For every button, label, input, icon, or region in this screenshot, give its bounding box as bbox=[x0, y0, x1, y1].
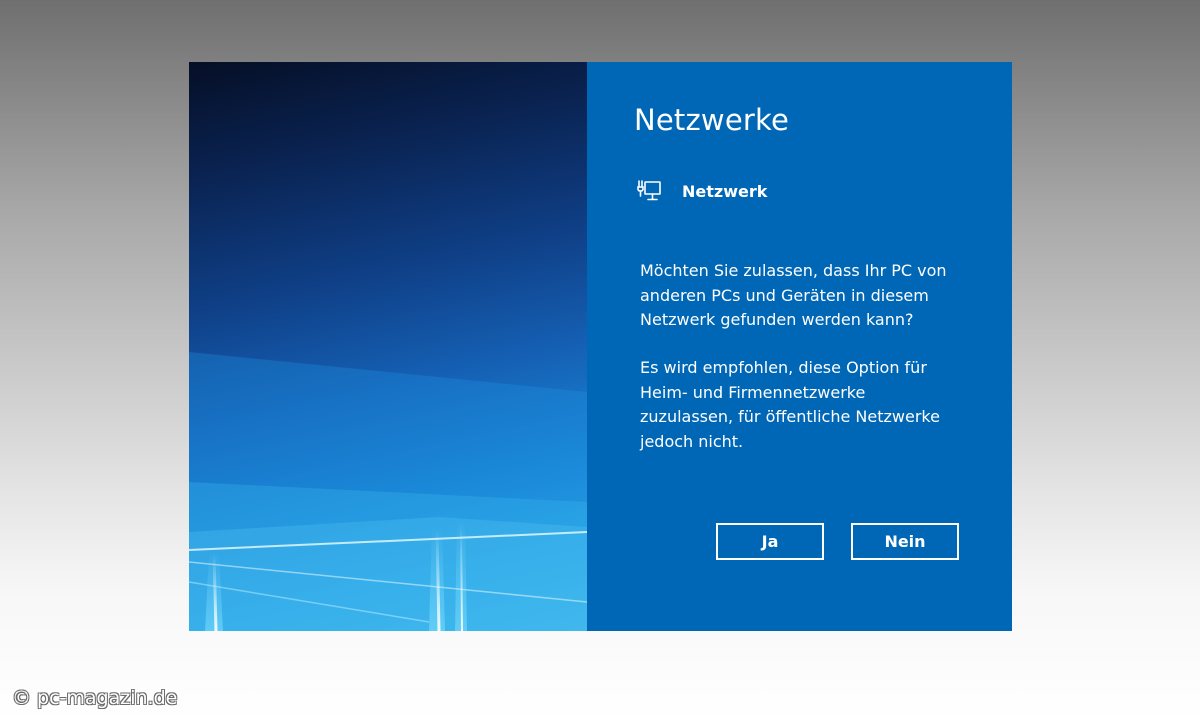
windows-light-beams bbox=[189, 352, 587, 631]
yes-button[interactable]: Ja bbox=[716, 523, 824, 560]
network-row: Netzwerk bbox=[636, 178, 767, 204]
copyright-watermark: © pc-magazin.de bbox=[12, 687, 178, 709]
dialog-panel: Netzwerke Netzwerk Möchten Sie zulassen,… bbox=[587, 62, 1012, 631]
no-button[interactable]: Nein bbox=[851, 523, 959, 560]
dialog-title: Netzwerke bbox=[634, 103, 790, 137]
windows-hero-image bbox=[189, 62, 587, 631]
network-name: Netzwerk bbox=[682, 181, 768, 201]
network-icon bbox=[637, 180, 661, 201]
recommendation-text: Es wird empfohlen, diese Option für Heim… bbox=[640, 358, 940, 451]
discovery-question: Möchten Sie zulassen, dass Ihr PC von an… bbox=[640, 261, 947, 329]
network-discovery-dialog: Netzwerke Netzwerk Möchten Sie zulassen,… bbox=[189, 62, 1012, 631]
